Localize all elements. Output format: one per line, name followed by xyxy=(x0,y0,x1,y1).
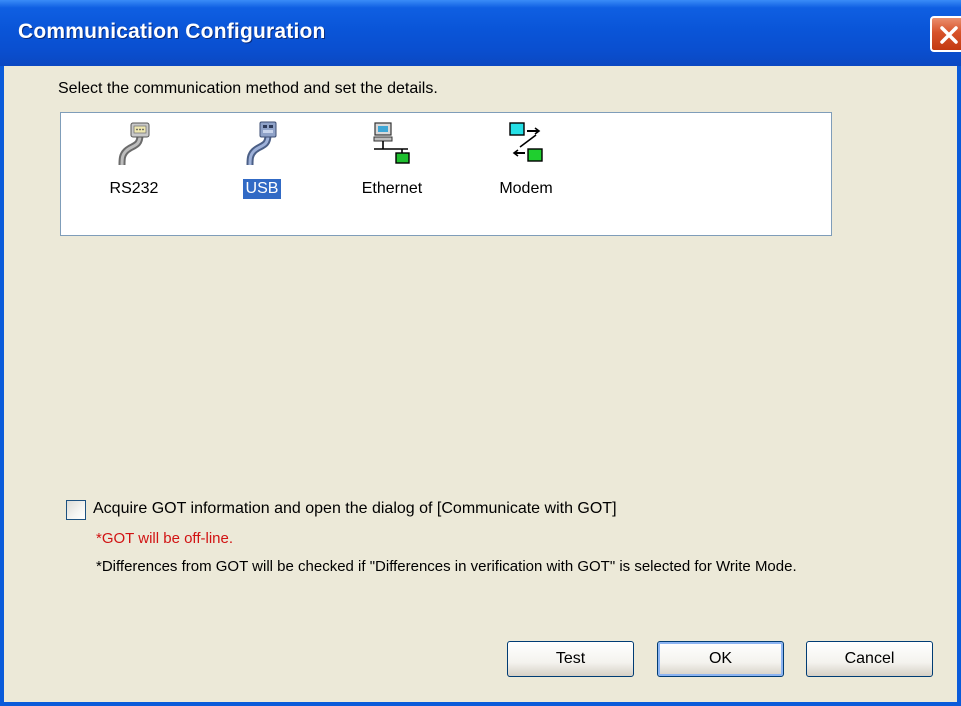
method-item-rs232[interactable]: RS232 xyxy=(79,121,189,221)
differences-note: *Differences from GOT will be checked if… xyxy=(96,558,797,575)
method-item-ethernet[interactable]: Ethernet xyxy=(337,121,447,221)
method-item-modem[interactable]: Modem xyxy=(471,121,581,221)
window-title: Communication Configuration xyxy=(18,20,326,43)
instruction-text: Select the communication method and set … xyxy=(58,80,438,97)
modem-icon xyxy=(509,122,543,162)
close-icon xyxy=(940,26,958,44)
ethernet-network-icon xyxy=(373,122,410,164)
communication-method-list[interactable]: RS232 USB Ethernet Modem xyxy=(60,112,832,236)
method-label-modem: Modem xyxy=(499,180,553,197)
test-button[interactable]: Test xyxy=(507,641,634,677)
acquire-got-label[interactable]: Acquire GOT information and open the dia… xyxy=(93,500,617,518)
acquire-got-checkbox[interactable] xyxy=(66,500,86,520)
method-label-usb: USB xyxy=(242,179,282,199)
title-bar[interactable]: Communication Configuration xyxy=(0,0,961,66)
method-label-ethernet: Ethernet xyxy=(361,180,423,197)
usb-cable-icon xyxy=(246,121,277,165)
offline-warning: *GOT will be off-line. xyxy=(96,530,233,547)
method-item-usb[interactable]: USB xyxy=(207,121,317,221)
method-label-rs232: RS232 xyxy=(109,180,159,197)
communication-configuration-dialog: Communication Configuration xyxy=(0,0,961,706)
ok-button[interactable]: OK xyxy=(657,641,784,677)
cancel-button[interactable]: Cancel xyxy=(806,641,933,677)
serial-cable-icon xyxy=(118,122,150,165)
close-button[interactable] xyxy=(930,16,961,52)
